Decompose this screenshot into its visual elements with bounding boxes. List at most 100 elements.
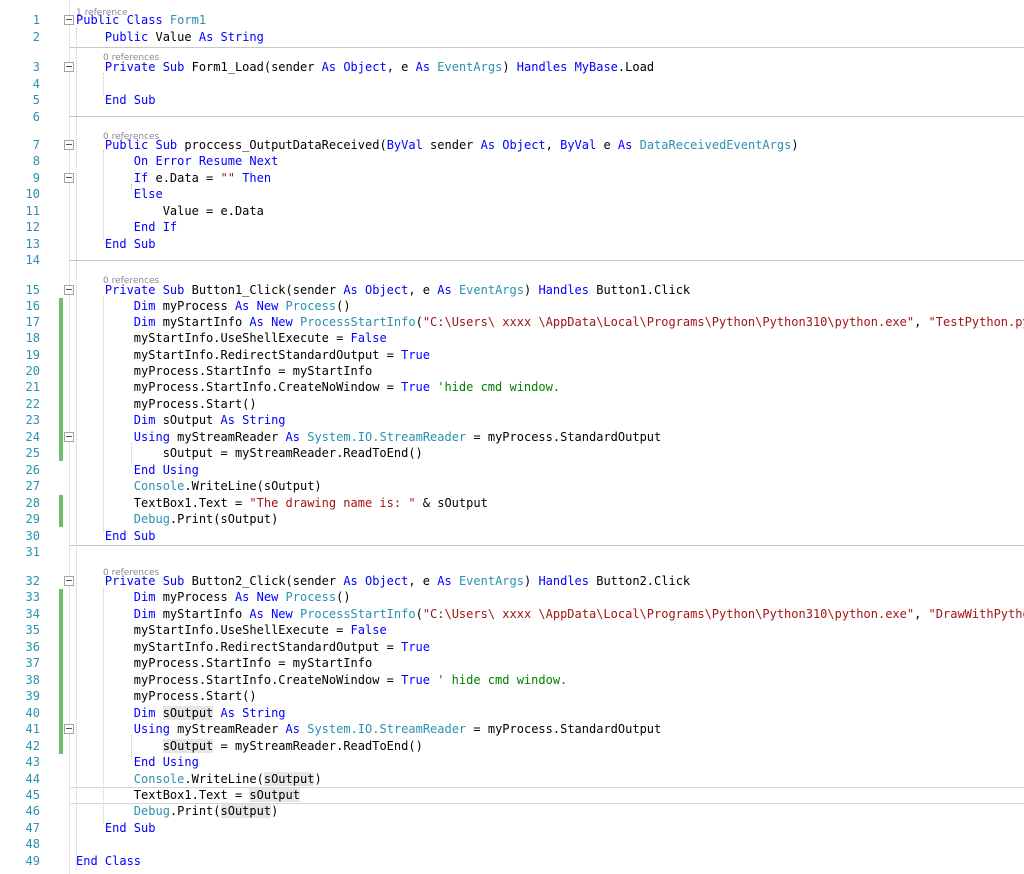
- code-line[interactable]: myProcess.StartInfo.CreateNoWindow = Tru…: [76, 672, 567, 688]
- collapse-toggle-icon[interactable]: [64, 173, 74, 183]
- code-token: , e: [408, 574, 438, 588]
- code-line[interactable]: Private Sub Button2_Click(sender As Obje…: [76, 573, 690, 589]
- code-token: e.Data =: [155, 171, 221, 185]
- code-token: Value: [155, 30, 199, 44]
- code-line[interactable]: TextBox1.Text = sOutput: [76, 787, 300, 803]
- code-line[interactable]: Dim myStartInfo As New ProcessStartInfo(…: [76, 314, 1024, 330]
- line-number: 15: [25, 283, 40, 297]
- code-line[interactable]: TextBox1.Text = "The drawing name is: " …: [76, 495, 488, 511]
- code-token: Button2.Click: [596, 574, 691, 588]
- code-line[interactable]: Dim myProcess As New Process(): [76, 298, 351, 314]
- code-token: myStreamReader: [177, 722, 286, 736]
- code-line[interactable]: Dim myStartInfo As New ProcessStartInfo(…: [76, 606, 1024, 622]
- code-line[interactable]: End Using: [76, 754, 199, 770]
- collapse-toggle-icon[interactable]: [64, 15, 74, 25]
- code-token: .Load: [617, 60, 655, 74]
- code-line[interactable]: Public Value As String: [76, 29, 264, 45]
- highlighted-reference: sOutput: [263, 772, 315, 786]
- code-line[interactable]: myProcess.StartInfo = myStartInfo: [76, 363, 372, 379]
- code-line[interactable]: End Sub: [76, 92, 156, 108]
- code-token: .Print(sOutput): [169, 512, 279, 526]
- codelens-reference-count[interactable]: 0 references: [103, 276, 159, 286]
- highlighted-reference: sOutput: [162, 739, 214, 753]
- codelens-reference-count[interactable]: 0 references: [103, 568, 159, 578]
- collapse-toggle-icon[interactable]: [64, 432, 74, 442]
- code-line[interactable]: myStartInfo.RedirectStandardOutput = Tru…: [76, 639, 430, 655]
- code-line[interactable]: Console.WriteLine(sOutput): [76, 771, 322, 787]
- code-token: End Using: [133, 463, 199, 477]
- code-line[interactable]: Value = e.Data: [76, 203, 264, 219]
- code-line[interactable]: sOutput = myStreamReader.ReadToEnd(): [76, 738, 423, 754]
- code-token: False: [350, 331, 387, 345]
- codelens-reference-count[interactable]: 0 references: [103, 132, 159, 142]
- code-line[interactable]: myStartInfo.UseShellExecute = False: [76, 330, 387, 346]
- line-number: 27: [25, 479, 40, 493]
- code-line[interactable]: Debug.Print(sOutput): [76, 803, 278, 819]
- code-line[interactable]: Dim sOutput As String: [76, 705, 286, 721]
- code-line[interactable]: sOutput = myStreamReader.ReadToEnd(): [76, 445, 423, 461]
- code-token: EventArgs: [437, 60, 503, 74]
- line-number: 25: [25, 446, 40, 460]
- collapse-toggle-icon[interactable]: [64, 62, 74, 72]
- collapse-toggle-icon[interactable]: [64, 140, 74, 150]
- code-token: myProcess: [162, 590, 235, 604]
- collapse-toggle-icon[interactable]: [64, 576, 74, 586]
- line-number: 12: [25, 220, 40, 234]
- code-token: Form1_Load(sender: [191, 60, 322, 74]
- code-token: As New: [249, 315, 300, 329]
- code-line[interactable]: Private Sub Form1_Load(sender As Object,…: [76, 59, 654, 75]
- method-separator: [70, 260, 1024, 261]
- current-line-border-top: [70, 787, 1024, 788]
- code-token: As Object: [480, 138, 546, 152]
- code-line[interactable]: Debug.Print(sOutput): [76, 511, 279, 527]
- codelens-reference-count[interactable]: 1 reference: [76, 8, 128, 18]
- code-line[interactable]: myProcess.StartInfo = myStartInfo: [76, 655, 372, 671]
- highlighted-reference: sOutput: [220, 804, 272, 818]
- code-line[interactable]: End Using: [76, 462, 199, 478]
- code-token: Dim: [133, 413, 163, 427]
- code-line[interactable]: End Sub: [76, 236, 156, 252]
- indent-guide: [76, 28, 77, 870]
- line-number: 5: [32, 93, 40, 107]
- code-token: = myStreamReader.ReadToEnd(): [213, 739, 423, 753]
- code-token: 'hide cmd window.: [437, 380, 561, 394]
- code-line[interactable]: Using myStreamReader As System.IO.Stream…: [76, 429, 661, 445]
- code-line[interactable]: myStartInfo.RedirectStandardOutput = Tru…: [76, 347, 430, 363]
- code-line[interactable]: End Class: [76, 853, 141, 869]
- line-number: 43: [25, 755, 40, 769]
- line-number: 31: [25, 545, 40, 559]
- code-line[interactable]: End Sub: [76, 528, 156, 544]
- code-token: As New: [234, 590, 286, 604]
- collapse-toggle-icon[interactable]: [64, 285, 74, 295]
- code-line[interactable]: Dim sOutput As String: [76, 412, 286, 428]
- code-line[interactable]: End Sub: [76, 820, 156, 836]
- codelens-reference-count[interactable]: 0 references: [103, 53, 159, 63]
- code-line[interactable]: Else: [76, 186, 163, 202]
- code-line[interactable]: Private Sub Button1_Click(sender As Obje…: [76, 282, 690, 298]
- line-number: 4: [32, 77, 40, 91]
- collapse-toggle-icon[interactable]: [64, 724, 74, 734]
- code-token: DataReceivedEventArgs: [639, 138, 792, 152]
- code-line[interactable]: Public Sub proccess_OutputDataReceived(B…: [76, 137, 799, 153]
- code-token: End Sub: [104, 237, 156, 251]
- code-line[interactable]: myStartInfo.UseShellExecute = False: [76, 622, 387, 638]
- code-line[interactable]: Console.WriteLine(sOutput): [76, 478, 322, 494]
- code-line[interactable]: If e.Data = "" Then: [76, 170, 271, 186]
- code-token: , e: [408, 283, 438, 297]
- code-line[interactable]: On Error Resume Next: [76, 153, 279, 169]
- code-line[interactable]: myProcess.StartInfo.CreateNoWindow = Tru…: [76, 379, 560, 395]
- line-number: 13: [25, 237, 40, 251]
- line-number: 1: [32, 13, 40, 27]
- line-number: 34: [25, 607, 40, 621]
- code-token: As: [285, 722, 308, 736]
- code-line[interactable]: Dim myProcess As New Process(): [76, 589, 351, 605]
- code-line[interactable]: End If: [76, 219, 177, 235]
- code-line[interactable]: Using myStreamReader As System.IO.Stream…: [76, 721, 661, 737]
